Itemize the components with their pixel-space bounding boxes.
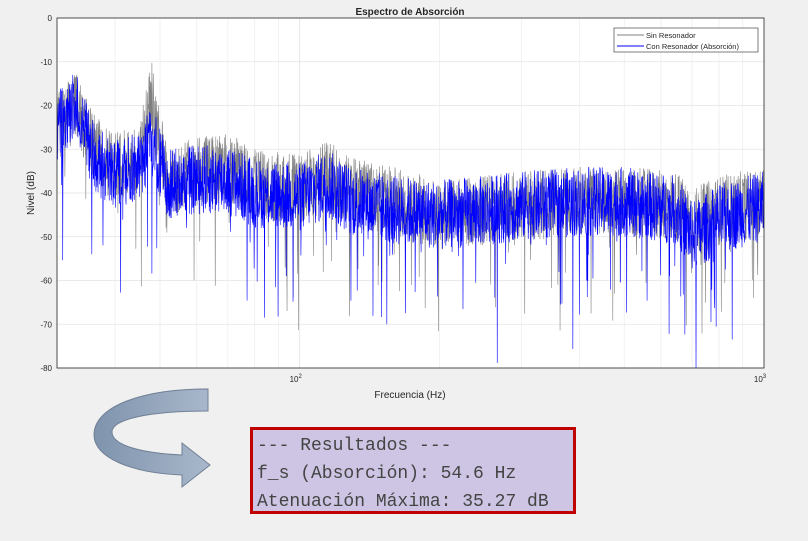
x-axis-label: Frecuencia (Hz) [374, 390, 445, 400]
chart-title: Espectro de Absorción [355, 7, 464, 18]
curved-arrow-icon [93, 388, 211, 489]
y-tick-label: -80 [40, 364, 52, 373]
results-header: --- Resultados --- [257, 436, 452, 456]
results-panel: --- Resultados --- f_s (Absorción): 54.6… [250, 427, 576, 514]
legend: Sin Resonador Con Resonador (Absorción) [613, 27, 759, 53]
y-tick-label: -60 [40, 277, 52, 286]
y-tick-label: 0 [48, 14, 53, 23]
spectrum-chart: 0 -10 -20 -30 -40 -50 -60 -70 -80 102 103 Espectro… [26, 7, 767, 400]
y-tick-label: -20 [40, 102, 52, 111]
y-tick-label: -40 [40, 189, 52, 198]
legend-label-con: Con Resonador (Absorción) [646, 42, 739, 51]
y-tick-label: -50 [40, 233, 52, 242]
x-tick-label: 103 [754, 374, 767, 384]
x-tick-label: 102 [290, 374, 303, 384]
max-attenuation-text: Atenuación Máxima: 35.27 dB [257, 492, 549, 512]
y-tick-label: -30 [40, 145, 52, 154]
y-axis-label: Nivel (dB) [26, 171, 37, 215]
y-tick-label: -10 [40, 58, 52, 67]
y-tick-label: -70 [40, 320, 52, 329]
resonance-frequency-text: f_s (Absorción): 54.6 Hz [257, 464, 517, 484]
legend-label-sin: Sin Resonador [646, 31, 696, 40]
